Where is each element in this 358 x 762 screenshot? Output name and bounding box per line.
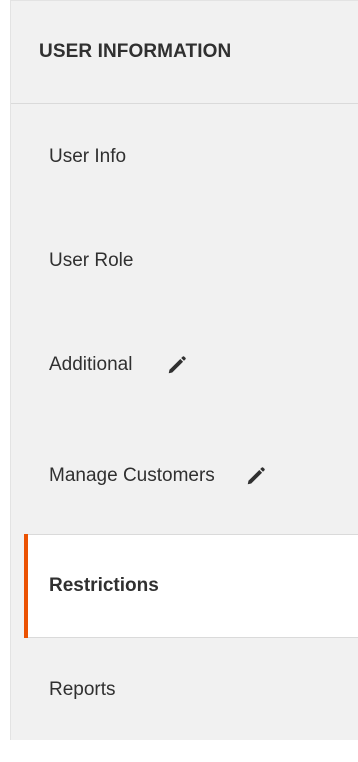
tab-label: Reports xyxy=(49,679,116,700)
tab-label: User Role xyxy=(49,250,134,271)
pencil-icon xyxy=(166,354,188,376)
user-information-panel: USER INFORMATION User Info User Role Add… xyxy=(10,0,358,740)
tab-label: Additional xyxy=(49,354,133,375)
tab-label: User Info xyxy=(49,145,127,167)
tab-label: Restrictions xyxy=(49,575,159,596)
tab-manage-customers[interactable]: Manage Customers xyxy=(11,417,358,534)
tab-user-role[interactable]: User Role xyxy=(11,209,358,313)
panel-title: USER INFORMATION xyxy=(11,1,358,104)
pencil-icon xyxy=(245,465,267,487)
tab-reports[interactable]: Reports xyxy=(11,638,358,742)
tab-user-info[interactable]: User Info xyxy=(11,104,358,209)
tab-label: Manage Customers xyxy=(49,464,215,486)
user-info-tabs: User Info User Role Additional Manage Cu… xyxy=(11,104,358,742)
tab-restrictions[interactable]: Restrictions xyxy=(24,534,358,638)
tab-additional[interactable]: Additional xyxy=(11,313,358,417)
